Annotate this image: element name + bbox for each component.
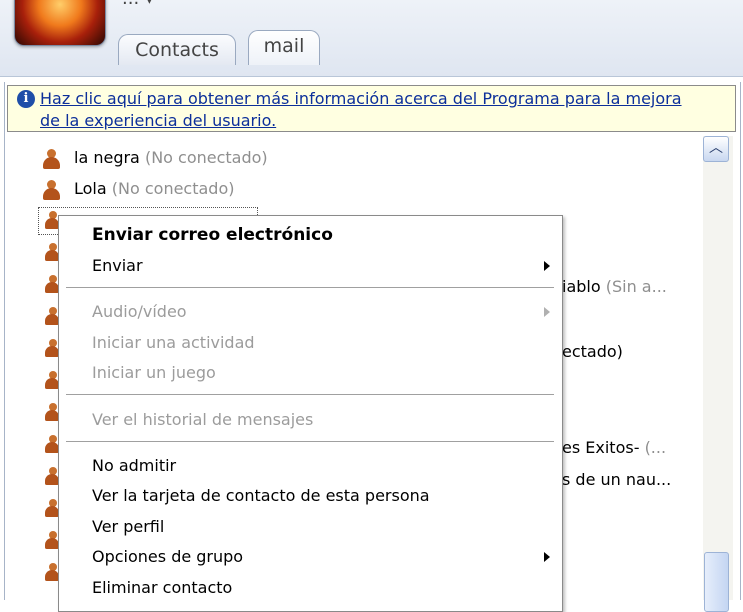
contact-status: (No conectado): [144, 148, 268, 167]
contact-status-partial: (...: [644, 438, 667, 457]
menu-item-start-activity[interactable]: Iniciar una actividad: [92, 332, 255, 354]
menu-separator: [66, 394, 554, 395]
contact-name: Lola: [74, 179, 107, 198]
submenu-arrow-icon: [544, 552, 550, 562]
scroll-thumb[interactable]: [704, 552, 729, 612]
contact-status-partial: (Sin a...: [605, 277, 667, 296]
contact-item[interactable]: Lola (No conectado): [40, 177, 234, 201]
tab-contacts-label: Contacts: [135, 39, 219, 61]
menu-item-message-history[interactable]: Ver el historial de mensajes: [92, 409, 313, 431]
vertical-scrollbar[interactable]: ︿: [703, 136, 733, 612]
tab-mail[interactable]: mail: [248, 30, 320, 65]
menu-item-send[interactable]: Enviar: [92, 255, 143, 277]
menu-item-send-email[interactable]: Enviar correo electrónico: [92, 224, 333, 246]
contact-person-icon: [40, 179, 64, 201]
contact-name-partial: es Exitos-: [562, 438, 640, 457]
menu-item-contact-card[interactable]: Ver la tarjeta de contacto de esta perso…: [92, 485, 430, 507]
contact-status: (No conectado): [111, 179, 235, 198]
info-icon: i: [17, 90, 35, 108]
menu-separator: [66, 441, 554, 442]
info-bar: i Haz clic aquí para obtener más informa…: [7, 85, 736, 132]
user-avatar[interactable]: [14, 0, 106, 46]
menu-item-delete-contact[interactable]: Eliminar contacto: [92, 577, 232, 599]
contact-name: la negra: [74, 148, 140, 167]
menu-item-audio-video[interactable]: Audio/vídeo: [92, 301, 187, 323]
contact-context-menu: Enviar correo electrónico Enviar Audio/v…: [58, 215, 563, 612]
menu-item-start-game[interactable]: Iniciar un juego: [92, 362, 216, 384]
menu-separator: [66, 287, 554, 288]
contact-name-fragment[interactable]: es Exitos- (...: [562, 437, 666, 459]
chevron-up-icon: ︿: [709, 140, 723, 156]
info-link-line2[interactable]: de la experiencia del usuario.: [40, 110, 729, 132]
contact-name-fragment[interactable]: s de un nau...: [562, 469, 671, 491]
tab-contacts[interactable]: Contacts: [118, 34, 236, 65]
submenu-arrow-icon: [544, 307, 550, 317]
menu-item-block[interactable]: No admitir: [92, 455, 176, 477]
info-link-line1[interactable]: Haz clic aquí para obtener más informaci…: [40, 88, 729, 110]
contact-person-icon: [40, 148, 64, 170]
display-name-fragment[interactable]: ... ▾: [122, 0, 154, 9]
scroll-up-button[interactable]: ︿: [703, 136, 729, 162]
menu-item-group-options[interactable]: Opciones de grupo: [92, 546, 243, 568]
contact-status-fragment: ectado): [562, 342, 623, 361]
contact-name-fragment[interactable]: iablo (Sin a...: [562, 276, 667, 298]
tab-mail-label: mail: [263, 35, 305, 57]
submenu-arrow-icon: [544, 261, 550, 271]
contact-name-partial: iablo: [562, 277, 601, 296]
window-header: ... ▾ Contacts mail: [0, 0, 743, 77]
contact-item[interactable]: la negra (No conectado): [40, 146, 268, 170]
menu-item-view-profile[interactable]: Ver perfil: [92, 516, 164, 538]
